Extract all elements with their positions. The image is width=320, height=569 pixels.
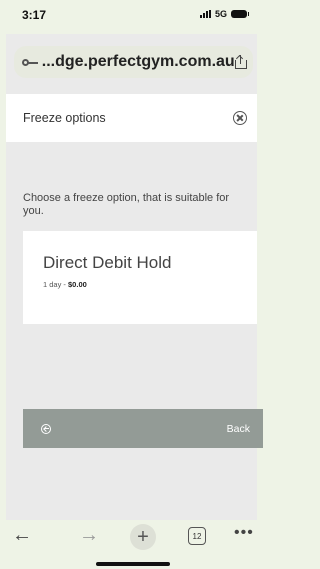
option-duration: 1 day - (43, 280, 69, 289)
modal-header: Freeze options (6, 94, 257, 142)
browser-viewport: 3:17 5G ...dge.perfectgym.com.au Freeze … (6, 0, 263, 569)
new-tab-plus-icon[interactable]: + (130, 524, 156, 550)
back-label: Back (226, 422, 250, 435)
key-icon (22, 57, 38, 67)
back-arrow-icon (41, 423, 51, 434)
modal-title: Freeze options (23, 111, 106, 125)
freeze-option-card[interactable]: Direct Debit Hold 1 day - $0.00 (23, 231, 257, 324)
address-bar[interactable]: ...dge.perfectgym.com.au (14, 46, 253, 78)
status-time: 3:17 (22, 8, 47, 22)
status-indicators: 5G (199, 9, 249, 19)
signal-icon (199, 10, 211, 18)
option-detail: 1 day - $0.00 (43, 280, 87, 289)
url-text[interactable]: ...dge.perfectgym.com.au (42, 53, 235, 71)
back-button[interactable]: Back (23, 409, 263, 448)
home-indicator[interactable] (96, 562, 170, 566)
forward-arrow-icon[interactable]: → (79, 524, 99, 547)
share-icon[interactable] (234, 54, 247, 69)
intro-text: Choose a freeze option, that is suitable… (23, 192, 230, 217)
tab-count-icon[interactable]: 12 (188, 527, 206, 545)
option-price: $0.00 (68, 280, 87, 289)
status-bar: 3:17 5G (6, 0, 257, 34)
more-menu-icon[interactable]: ••• (234, 524, 254, 542)
network-label: 5G (214, 9, 227, 19)
back-arrow-icon[interactable]: ← (12, 524, 32, 547)
close-icon[interactable] (233, 111, 247, 125)
option-name: Direct Debit Hold (43, 253, 172, 272)
battery-icon (231, 10, 249, 18)
